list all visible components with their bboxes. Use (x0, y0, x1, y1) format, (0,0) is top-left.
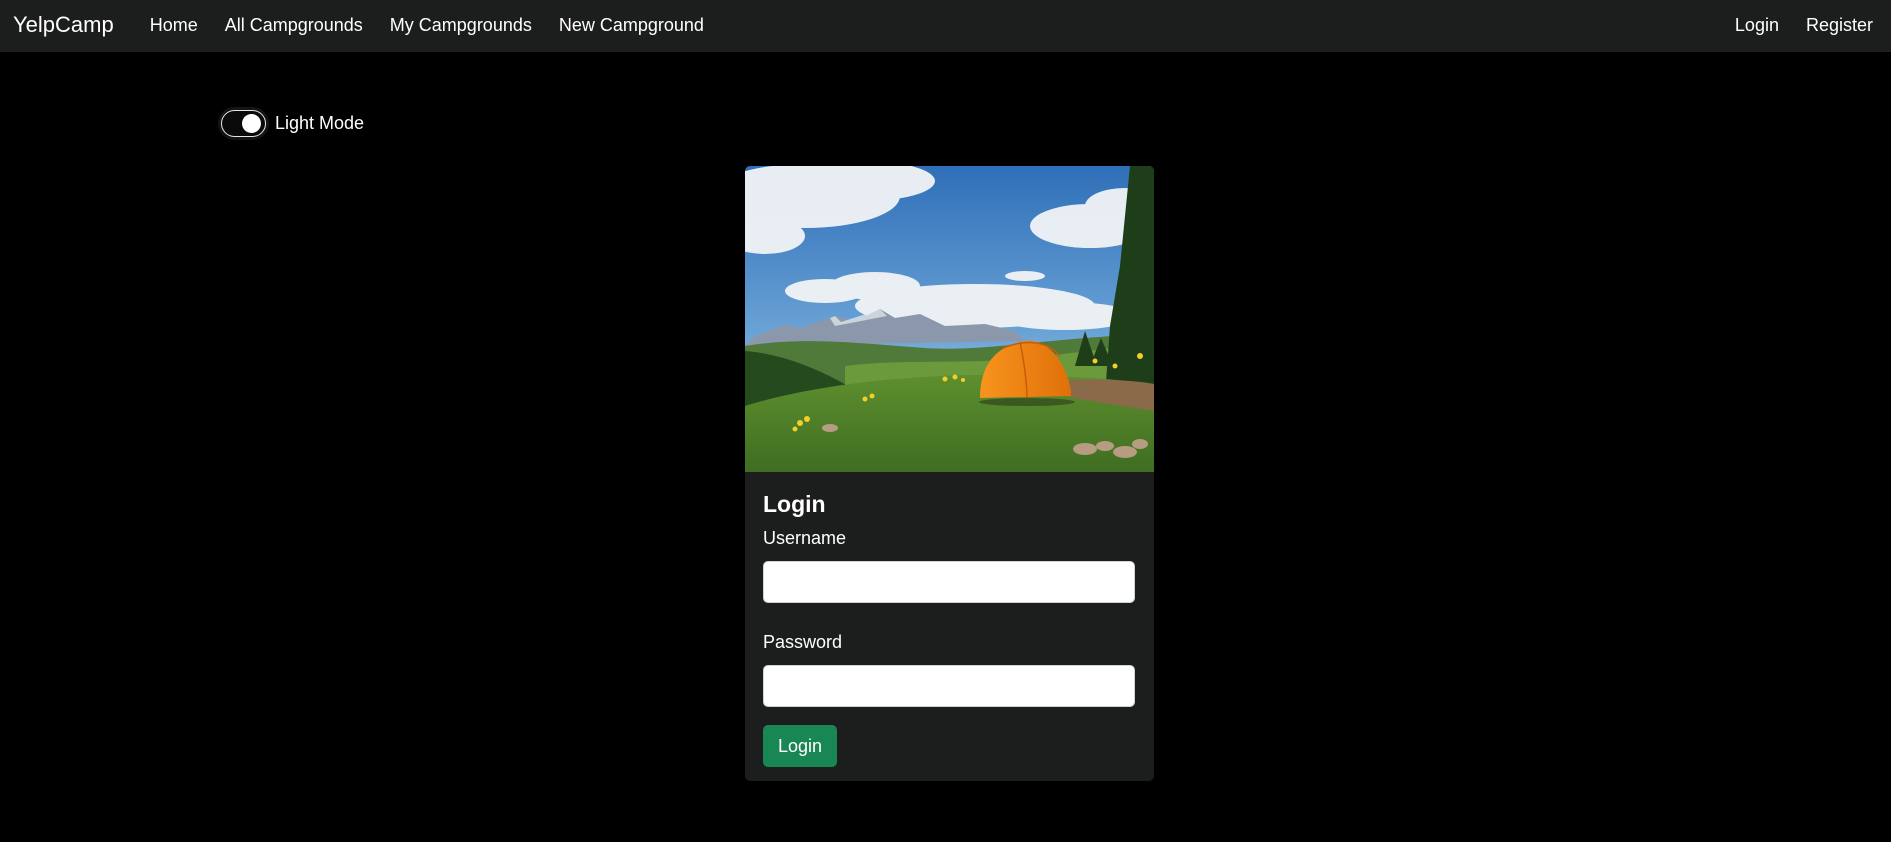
nav-link-new-campground[interactable]: New Campground (559, 15, 704, 36)
nav-auth-links: Login Register (1735, 15, 1878, 36)
login-form: Login Username Password Login (745, 490, 1154, 767)
login-submit-button[interactable]: Login (763, 725, 837, 767)
nav-link-home[interactable]: Home (150, 15, 198, 36)
switch-knob (242, 114, 261, 133)
light-mode-label: Light Mode (275, 113, 365, 133)
nav-link-my-campgrounds[interactable]: My Campgrounds (390, 15, 532, 36)
login-card: Login Username Password Login (745, 166, 1154, 781)
nav-links: Home All Campgrounds My Campgrounds New … (150, 15, 704, 36)
nav-link-register[interactable]: Register (1806, 15, 1873, 36)
username-input[interactable] (763, 561, 1135, 603)
navbar: YelpCamp Home All Campgrounds My Campgro… (0, 0, 1891, 52)
brand-logo-link[interactable]: YelpCamp (13, 12, 114, 38)
username-label: Username (763, 528, 847, 548)
campsite-photo (745, 166, 1154, 472)
password-label: Password (763, 632, 843, 652)
login-title: Login (763, 491, 826, 517)
nav-link-all-campgrounds[interactable]: All Campgrounds (225, 15, 363, 36)
theme-toggle[interactable]: Light Mode (221, 110, 364, 137)
password-input[interactable] (763, 665, 1135, 707)
light-mode-switch[interactable] (221, 110, 266, 137)
nav-link-login[interactable]: Login (1735, 15, 1779, 36)
